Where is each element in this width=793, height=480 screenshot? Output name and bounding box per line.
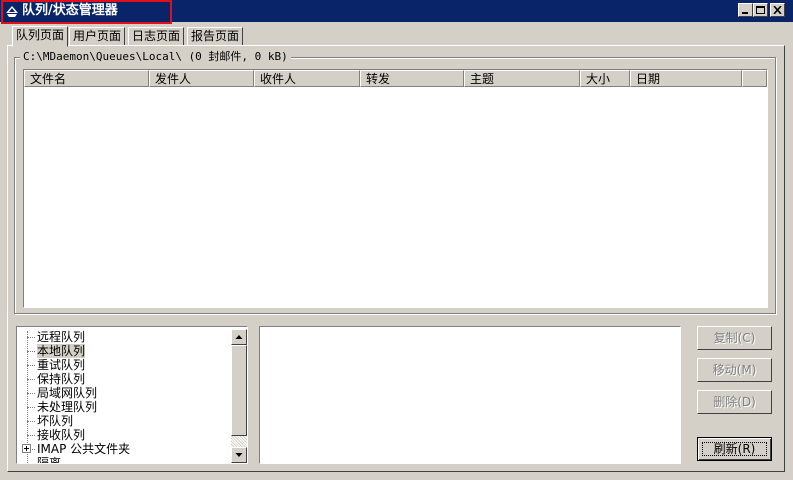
tree-item-lan-queue[interactable]: 局域网队列 (37, 386, 97, 400)
column-subject[interactable]: 主题 (464, 70, 580, 87)
message-list[interactable]: 文件名 发件人 收件人 转发 主题 大小 日期 (23, 69, 768, 308)
column-size[interactable]: 大小 (580, 70, 630, 87)
move-button[interactable]: 移动(M) (697, 358, 772, 382)
delete-button[interactable]: 删除(D) (697, 390, 772, 414)
maximize-icon (756, 6, 765, 14)
maximize-button[interactable] (753, 3, 768, 17)
tree-branch (27, 421, 35, 422)
tree-branch (27, 365, 35, 366)
queue-path-label: C:\MDaemon\Queues\Local\ (0 封邮件, 0 kB) (20, 50, 291, 64)
tree-item-quarantine[interactable]: 隔离 (37, 456, 61, 463)
arrow-down-icon (235, 453, 243, 457)
column-forward[interactable]: 转发 (360, 70, 464, 87)
tree-expand-icon[interactable] (22, 444, 31, 453)
tab-report[interactable]: 报告页面 (187, 27, 244, 45)
copy-button[interactable]: 复制(C) (697, 326, 772, 350)
title-highlight-box (1, 0, 172, 24)
message-preview[interactable] (259, 326, 681, 464)
focus-rect (702, 442, 767, 456)
tree-item-retry-queue[interactable]: 重试队列 (37, 358, 85, 372)
close-icon (773, 6, 782, 14)
column-recipient[interactable]: 收件人 (254, 70, 360, 87)
tree-item-bad-queue[interactable]: 坏队列 (37, 414, 73, 428)
tree-item-inbound-queue[interactable]: 接收队列 (37, 428, 85, 442)
minimize-icon (742, 12, 748, 14)
refresh-button[interactable]: 刷新(R) (697, 437, 772, 461)
tree-item-imap-public-folders[interactable]: IMAP 公共文件夹 (37, 442, 130, 456)
arrow-up-icon (235, 335, 243, 339)
tree-branch (27, 351, 35, 352)
tree-item-local-queue[interactable]: 本地队列 (37, 344, 86, 358)
column-date[interactable]: 日期 (630, 70, 742, 87)
tree-item-remote-queue[interactable]: 远程队列 (37, 330, 85, 344)
queue-tree[interactable]: 远程队列 本地队列 重试队列 保持队列 局域网队列 未处理队列 坏队列 接收队列… (16, 326, 248, 464)
tree-branch (27, 337, 35, 338)
minimize-button[interactable] (738, 3, 753, 17)
message-list-header: 文件名 发件人 收件人 转发 主题 大小 日期 (24, 70, 767, 87)
scroll-thumb[interactable] (231, 345, 247, 436)
close-button[interactable] (770, 3, 785, 17)
plus-icon (24, 446, 29, 451)
tab-user[interactable]: 用户页面 (69, 27, 126, 45)
tab-queue[interactable]: 队列页面 (12, 26, 69, 47)
scroll-up-button[interactable] (231, 329, 247, 345)
tree-item-raw-queue[interactable]: 未处理队列 (37, 400, 97, 414)
scroll-down-button[interactable] (231, 447, 247, 463)
tree-branch (27, 407, 35, 408)
tree-item-holding-queue[interactable]: 保持队列 (37, 372, 85, 386)
tree-branch (27, 435, 35, 436)
column-sender[interactable]: 发件人 (149, 70, 254, 87)
tree-branch (27, 379, 35, 380)
tab-log[interactable]: 日志页面 (128, 27, 185, 45)
tree-branch (27, 463, 35, 464)
column-filler (742, 70, 767, 87)
column-filename[interactable]: 文件名 (24, 70, 149, 87)
tree-scrollbar[interactable] (231, 329, 247, 463)
tree-branch (27, 393, 35, 394)
